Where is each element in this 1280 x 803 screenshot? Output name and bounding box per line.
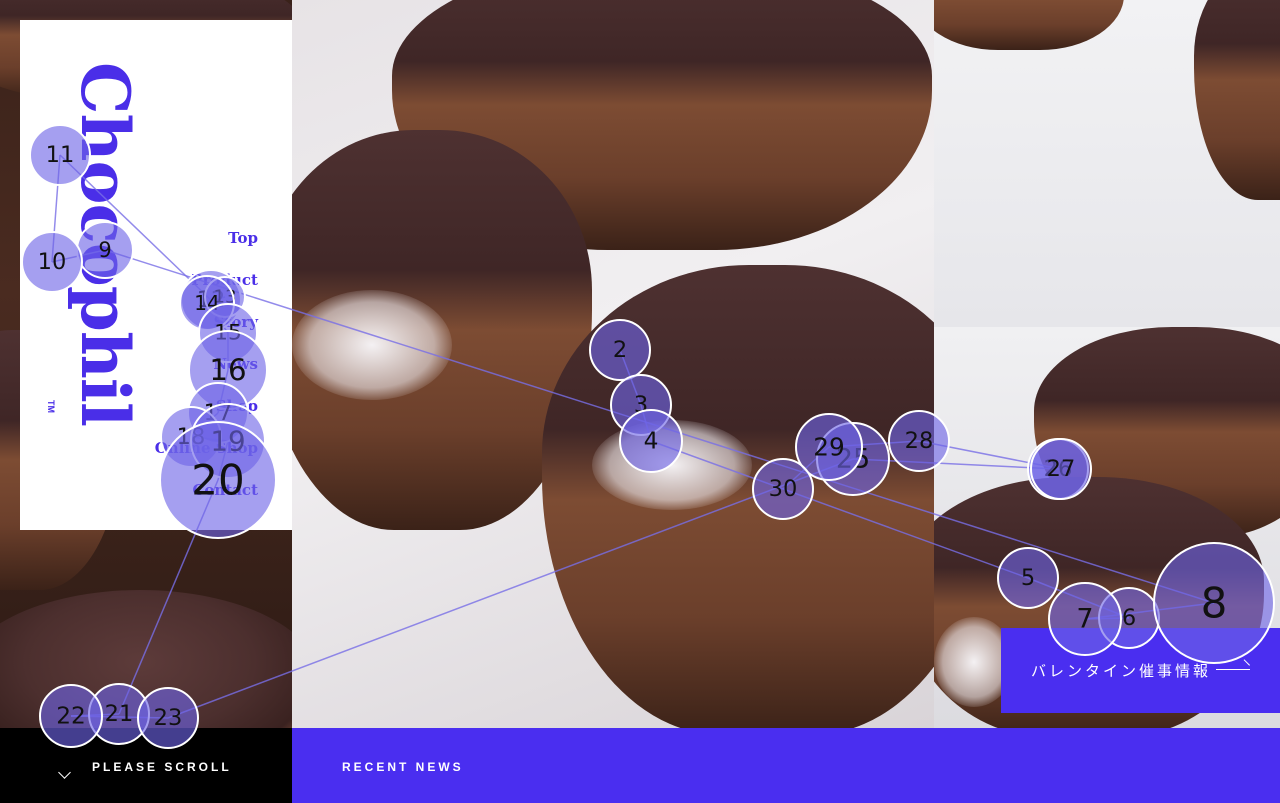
nav-item-online-shop[interactable]: Online Shop <box>155 438 258 480</box>
nav-item-news[interactable]: News <box>213 354 258 396</box>
scroll-label: PLEASE SCROLL <box>92 760 232 774</box>
recent-news-bar[interactable]: RECENT NEWS <box>292 728 1280 803</box>
nav-item-story[interactable]: Story <box>214 312 258 354</box>
trademark-mark: TM <box>46 400 56 413</box>
powdered-sugar <box>592 420 752 510</box>
tart-image <box>1194 0 1280 200</box>
recent-news-label: RECENT NEWS <box>342 760 464 774</box>
nav-item-product[interactable]: Product <box>191 270 258 312</box>
logo[interactable]: Chocophil <box>66 62 144 426</box>
arrow-right-icon <box>1216 669 1250 670</box>
brand-card: Chocophil TM Top Product Story News Shop… <box>20 20 292 530</box>
hero-photo-center <box>292 0 934 728</box>
main-nav: Top Product Story News Shop Online Shop … <box>155 228 258 522</box>
tart-image <box>0 590 292 728</box>
hero-photo-right-top <box>934 0 1280 327</box>
logo-wordmark[interactable]: Chocophil <box>66 62 144 426</box>
valentine-event-button[interactable]: バレンタイン催事情報 <box>1001 628 1280 713</box>
scroll-indicator[interactable]: PLEASE SCROLL <box>0 728 292 803</box>
valentine-event-label: バレンタイン催事情報 <box>1031 663 1212 680</box>
nav-item-shop[interactable]: Shop <box>216 396 258 438</box>
powdered-sugar <box>292 290 452 400</box>
tart-image <box>934 0 1124 50</box>
tart-image <box>542 265 934 728</box>
nav-item-top[interactable]: Top <box>228 228 258 270</box>
nav-item-contact[interactable]: Contact <box>192 480 258 522</box>
